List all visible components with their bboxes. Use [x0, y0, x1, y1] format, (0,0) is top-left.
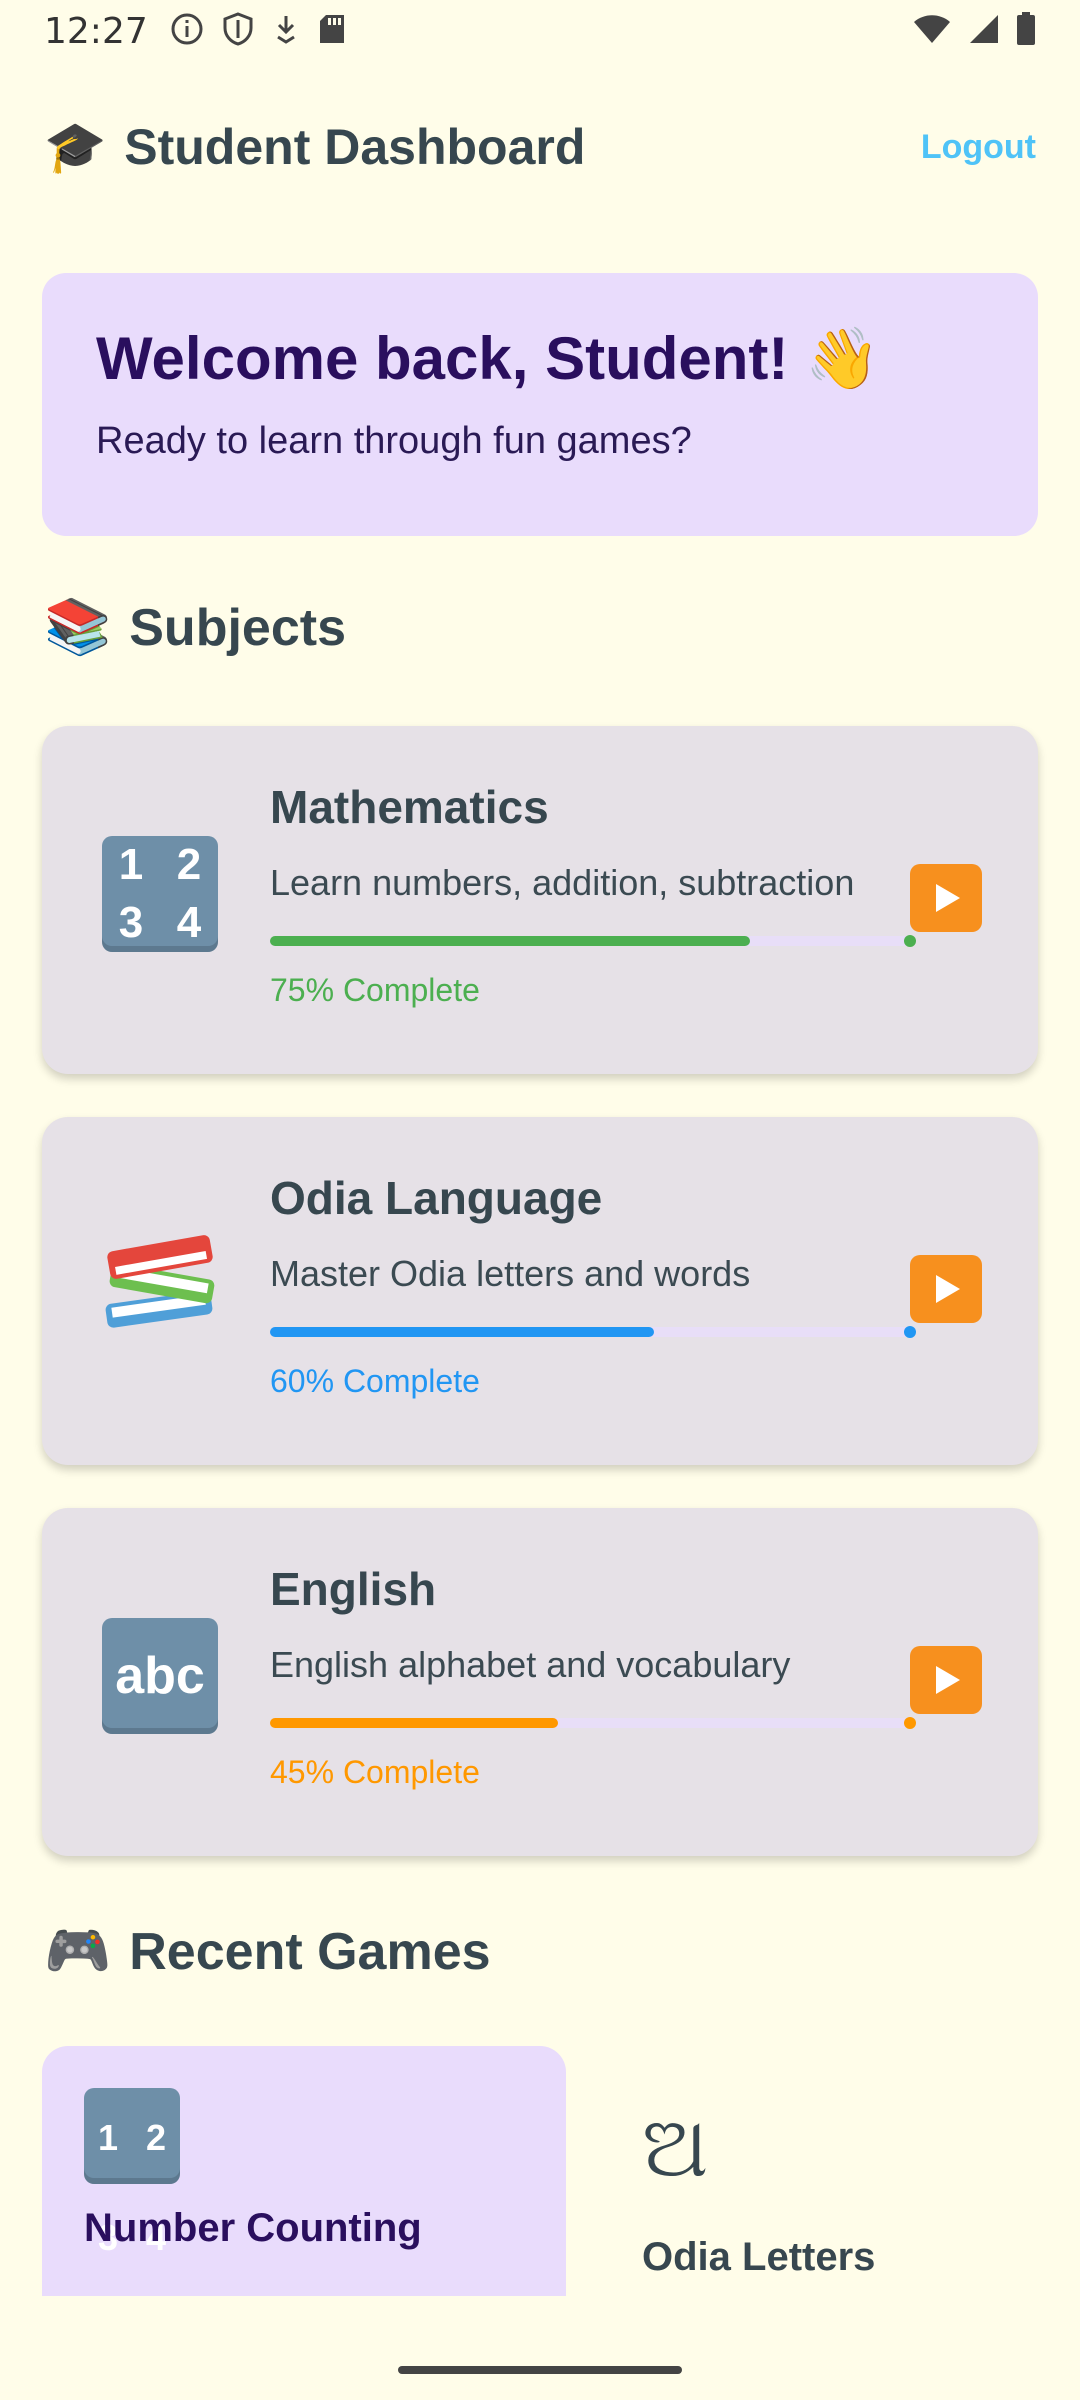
subject-description: Learn numbers, addition, subtraction — [270, 862, 855, 903]
books-icon — [100, 1225, 220, 1345]
numbers-icon: 1234 — [100, 834, 220, 954]
status-bar: 12:27 — [0, 0, 1080, 62]
progress-fill — [270, 1718, 558, 1728]
subject-description: English alphabet and vocabulary — [270, 1644, 791, 1685]
progress-fill — [270, 936, 750, 946]
welcome-card: Welcome back, Student! 👋 Ready to learn … — [42, 273, 1038, 536]
welcome-title: Welcome back, Student! 👋 — [96, 325, 880, 392]
subject-card-mathematics[interactable]: 1234 Mathematics Learn numbers, addition… — [42, 726, 1038, 1074]
subject-description: Master Odia letters and words — [270, 1253, 751, 1294]
info-icon — [170, 12, 204, 51]
shield-icon — [222, 11, 254, 51]
subject-name: English — [270, 1563, 437, 1615]
abc-icon: abc — [100, 1616, 220, 1736]
welcome-subtitle: Ready to learn through fun games? — [96, 420, 692, 462]
play-icon — [936, 1666, 960, 1694]
games-heading: Recent Games — [129, 1922, 491, 1981]
numbers-icon: 1234 — [84, 2088, 524, 2258]
game-card-odia-letters[interactable]: ଅ Odia Letters — [642, 2046, 1080, 2296]
logout-button[interactable]: Logout — [921, 128, 1036, 167]
play-button[interactable] — [910, 1646, 982, 1714]
subjects-section-title: 📚 Subjects — [44, 596, 346, 659]
subject-card-english[interactable]: abc English English alphabet and vocabul… — [42, 1508, 1038, 1856]
games-section-title: 🎮 Recent Games — [44, 1920, 491, 1983]
progress-fill — [270, 1327, 654, 1337]
game-name: Odia Letters — [642, 2235, 876, 2279]
game-controller-icon: 🎮 — [44, 1921, 112, 1981]
progress-bar — [270, 1326, 916, 1338]
home-indicator[interactable] — [398, 2366, 682, 2374]
subject-name: Mathematics — [270, 781, 549, 833]
subject-name: Odia Language — [270, 1172, 603, 1224]
progress-end-dot — [904, 935, 916, 947]
graduation-cap-icon: 🎓 — [44, 118, 107, 175]
app-header: 🎓 Student Dashboard Logout — [44, 112, 1036, 182]
play-button[interactable] — [910, 1255, 982, 1323]
odia-letter-icon: ଅ — [642, 2098, 709, 2196]
progress-label: 75% Complete — [270, 972, 480, 1008]
subjects-heading: Subjects — [129, 598, 346, 657]
game-card-number-counting[interactable]: 1234 Number Counting — [42, 2046, 566, 2296]
progress-end-dot — [904, 1326, 916, 1338]
wifi-icon — [912, 13, 952, 50]
status-time: 12:27 — [44, 10, 148, 52]
signal-icon — [968, 13, 1000, 50]
play-icon — [936, 1275, 960, 1303]
download-icon — [272, 13, 300, 50]
battery-icon — [1016, 11, 1036, 51]
recent-games-row: 1234 Number Counting ଅ Odia Letters — [42, 2046, 1038, 2296]
progress-label: 45% Complete — [270, 1754, 480, 1790]
play-icon — [936, 884, 960, 912]
play-button[interactable] — [910, 864, 982, 932]
progress-end-dot — [904, 1717, 916, 1729]
subject-card-odia-language[interactable]: Odia Language Master Odia letters and wo… — [42, 1117, 1038, 1465]
progress-label: 60% Complete — [270, 1363, 480, 1399]
sd-card-icon — [318, 13, 346, 50]
page-title: Student Dashboard — [124, 119, 586, 175]
game-name: Number Counting — [84, 2206, 422, 2250]
progress-bar — [270, 1717, 916, 1729]
progress-bar — [270, 935, 916, 947]
books-icon: 📚 — [44, 597, 112, 657]
header-title-group: 🎓 Student Dashboard — [44, 118, 585, 177]
